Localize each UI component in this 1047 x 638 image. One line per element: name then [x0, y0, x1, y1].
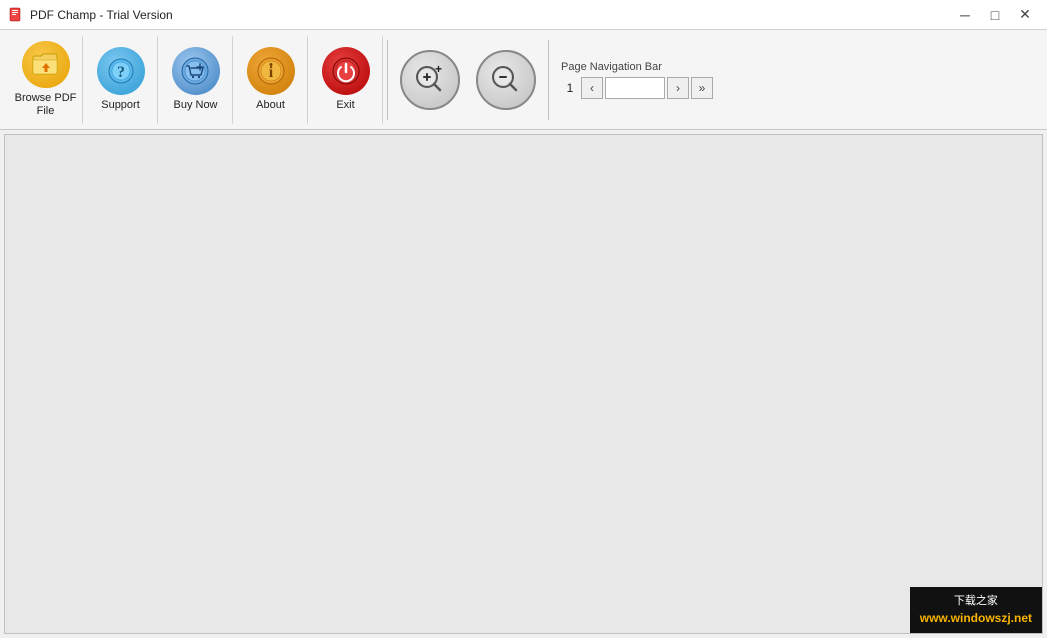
svg-text:i: i: [268, 64, 273, 81]
app-icon: [8, 7, 24, 23]
close-button[interactable]: ✕: [1011, 4, 1039, 26]
browse-icon: [22, 41, 70, 89]
next-next-page-button[interactable]: »: [691, 77, 713, 99]
svg-text:+: +: [435, 63, 442, 76]
nav-bar-label: Page Navigation Bar: [561, 61, 713, 73]
exit-label: Exit: [336, 99, 354, 112]
buynow-button[interactable]: Buy Now: [158, 36, 233, 124]
page-navigation-bar: Page Navigation Bar 1 ‹ › »: [561, 61, 713, 99]
title-bar: PDF Champ - Trial Version ─ □ ✕: [0, 0, 1047, 30]
about-icon: i: [247, 47, 295, 95]
buynow-label: Buy Now: [173, 99, 217, 112]
exit-button[interactable]: Exit: [308, 36, 383, 124]
about-button[interactable]: i About: [233, 36, 308, 124]
support-icon: ?: [97, 47, 145, 95]
buynow-icon: [172, 47, 220, 95]
title-bar-controls: ─ □ ✕: [951, 4, 1039, 26]
about-label: About: [256, 99, 285, 112]
toolbar-separator: [387, 40, 388, 120]
browse-label: Browse PDF File: [13, 92, 78, 118]
minimize-button[interactable]: ─: [951, 4, 979, 26]
page-number-display: 1: [561, 81, 579, 95]
watermark-line1: 下载之家: [920, 593, 1032, 610]
browse-pdf-button[interactable]: Browse PDF File: [8, 36, 83, 124]
content-area: 下载之家 www.windowszj.net: [4, 134, 1043, 634]
prev-prev-page-button[interactable]: ‹: [581, 77, 603, 99]
toolbar: Browse PDF File ? Support: [0, 30, 1047, 130]
svg-text:?: ?: [117, 64, 125, 81]
support-button[interactable]: ? Support: [83, 36, 158, 124]
support-label: Support: [101, 99, 140, 112]
zoom-in-button[interactable]: +: [400, 50, 460, 110]
nav-controls: 1 ‹ › »: [561, 77, 713, 99]
watermark-line2: www.windowszj.net: [920, 609, 1032, 627]
page-number-input[interactable]: [605, 77, 665, 99]
window-title: PDF Champ - Trial Version: [30, 8, 173, 22]
watermark: 下载之家 www.windowszj.net: [910, 587, 1042, 634]
toolbar-separator-2: [548, 40, 549, 120]
title-bar-left: PDF Champ - Trial Version: [8, 7, 173, 23]
zoom-out-button[interactable]: [476, 50, 536, 110]
exit-icon: [322, 47, 370, 95]
maximize-button[interactable]: □: [981, 4, 1009, 26]
next-page-button[interactable]: ›: [667, 77, 689, 99]
